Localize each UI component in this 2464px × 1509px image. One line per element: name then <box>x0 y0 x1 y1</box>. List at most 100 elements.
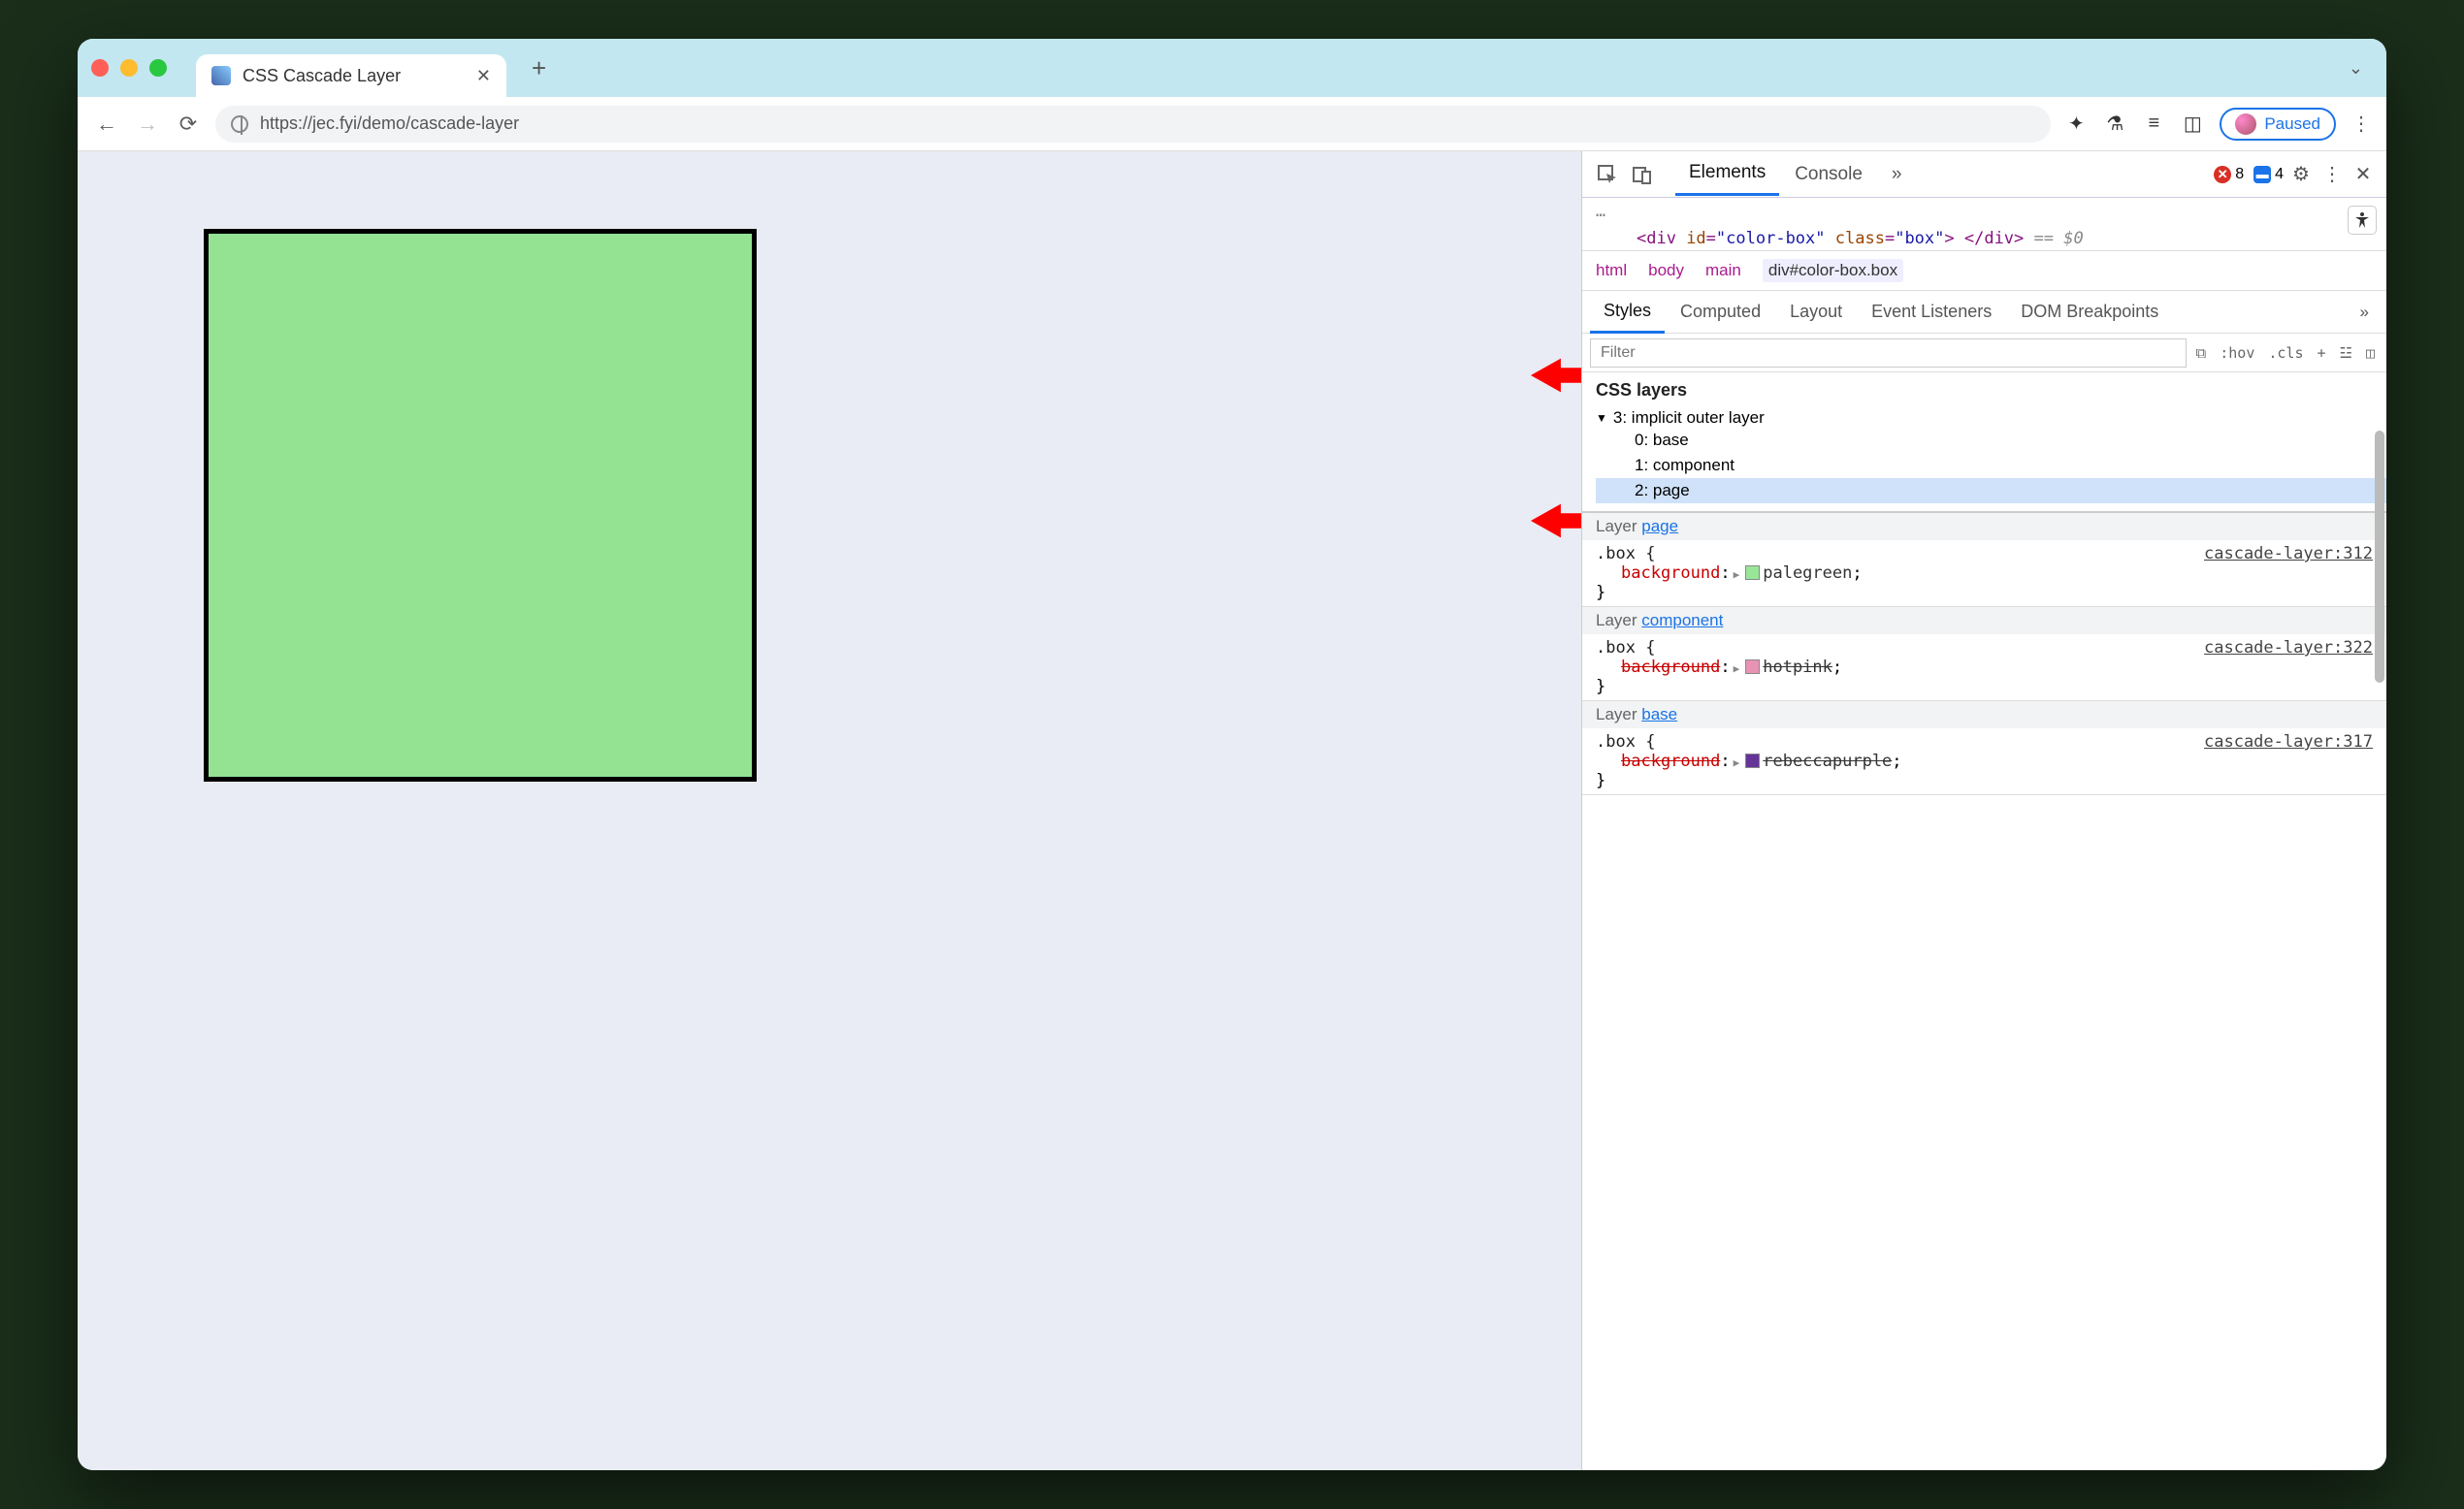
address-bar[interactable]: https://jec.fyi/demo/cascade-layer <box>215 106 2051 143</box>
layer-link[interactable]: component <box>1641 611 1723 629</box>
new-tab-button[interactable]: + <box>516 53 562 83</box>
layers-tree-root[interactable]: ▼ 3: implicit outer layer <box>1596 408 2373 428</box>
subtab-styles[interactable]: Styles <box>1590 291 1665 334</box>
subtab-layout[interactable]: Layout <box>1776 292 1856 332</box>
expand-icon[interactable]: ▶ <box>1731 756 1743 769</box>
titlebar: CSS Cascade Layer ✕ + ⌄ <box>78 39 2386 97</box>
disclosure-triangle-icon[interactable]: ▼ <box>1596 411 1607 425</box>
styles-filter-input[interactable] <box>1590 338 2187 368</box>
list-icon[interactable]: ≡ <box>2142 112 2165 136</box>
layer-link[interactable]: base <box>1641 705 1677 723</box>
rule-selector[interactable]: .box <box>1596 638 1636 658</box>
extension-icons: ✦ ⚗ ≡ ◫ Paused ⋮ <box>2064 108 2371 141</box>
color-swatch-icon[interactable] <box>1745 565 1760 580</box>
new-rule-button[interactable]: + <box>2313 344 2329 362</box>
cls-button[interactable]: .cls <box>2264 344 2307 362</box>
layer-link[interactable]: page <box>1641 517 1678 535</box>
accessibility-icon[interactable] <box>2348 206 2377 235</box>
css-property[interactable]: background:▶palegreen; <box>1596 563 2373 583</box>
page-viewport <box>78 151 1581 1470</box>
layer-item[interactable]: 0: base <box>1635 428 2373 453</box>
source-link[interactable]: cascade-layer:317 <box>2204 732 2373 752</box>
extensions-icon[interactable]: ✦ <box>2064 112 2088 136</box>
dom-breadcrumb: html body main div#color-box.box <box>1582 251 2386 291</box>
color-swatch-icon[interactable] <box>1745 659 1760 674</box>
rule-selector[interactable]: .box <box>1596 732 1636 752</box>
css-property[interactable]: background:▶hotpink; <box>1596 658 2373 677</box>
tab-console[interactable]: Console <box>1781 154 1876 195</box>
paused-label: Paused <box>2264 114 2320 134</box>
layers-toggle-icon[interactable]: ⧉ <box>2192 344 2211 362</box>
tab-overflow-button[interactable]: ⌄ <box>2349 58 2373 79</box>
subtab-computed[interactable]: Computed <box>1667 292 1774 332</box>
device-toggle-icon[interactable] <box>1627 159 1658 190</box>
devtools-close-button[interactable]: ✕ <box>2350 162 2377 186</box>
inspect-icon[interactable] <box>1592 159 1623 190</box>
error-icon: ✕ <box>2214 166 2231 183</box>
tab-title: CSS Cascade Layer <box>243 66 465 86</box>
source-link[interactable]: cascade-layer:322 <box>2204 638 2373 658</box>
tab-elements[interactable]: Elements <box>1675 152 1779 196</box>
browser-toolbar: ← → ⟳ https://jec.fyi/demo/cascade-layer… <box>78 97 2386 151</box>
expand-icon[interactable]: ▶ <box>1731 568 1743 581</box>
subtab-dom-breakpoints[interactable]: DOM Breakpoints <box>2007 292 2172 332</box>
rule-layer-header: Layer page <box>1582 513 2386 540</box>
property-name: background <box>1621 658 1720 677</box>
reload-button[interactable]: ⟳ <box>175 111 202 138</box>
css-property[interactable]: background:▶rebeccapurple; <box>1596 752 2373 771</box>
property-value: palegreen <box>1763 563 1852 583</box>
flask-icon[interactable]: ⚗ <box>2103 112 2126 136</box>
devtools-settings-button[interactable]: ⚙ <box>2287 162 2315 186</box>
style-rule: Layer base cascade-layer:317 .box { back… <box>1582 701 2386 795</box>
layer-item[interactable]: 1: component <box>1635 453 2373 478</box>
dom-attr-value: "box" <box>1895 229 1944 248</box>
favicon-icon <box>211 66 231 85</box>
profile-paused-pill[interactable]: Paused <box>2220 108 2336 141</box>
property-name: background <box>1621 563 1720 583</box>
dom-attr-name: id <box>1686 229 1705 248</box>
dom-eq0: == $0 <box>2034 229 2084 248</box>
subtab-more[interactable]: » <box>2351 303 2379 322</box>
errors-badge[interactable]: ✕ 8 <box>2214 166 2244 183</box>
browser-menu-button[interactable]: ⋮ <box>2351 112 2371 136</box>
dom-tree[interactable]: ⋯ <div id="color-box" class="box"> </div… <box>1582 198 2386 251</box>
devtools-menu-button[interactable]: ⋮ <box>2318 162 2346 186</box>
maximize-window-button[interactable] <box>149 59 167 77</box>
close-window-button[interactable] <box>91 59 109 77</box>
hov-button[interactable]: :hov <box>2216 344 2258 362</box>
devtools-topbar: Elements Console » ✕ 8 ▬ 4 ⚙ ⋮ <box>1582 151 2386 198</box>
annotation-arrow-icon <box>1531 500 1581 541</box>
rule-selector[interactable]: .box <box>1596 544 1636 563</box>
forward-button[interactable]: → <box>134 111 161 138</box>
sidebar-toggle-icon[interactable]: ◫ <box>2362 344 2379 362</box>
minimize-window-button[interactable] <box>120 59 138 77</box>
styles-subtabs: Styles Computed Layout Event Listeners D… <box>1582 291 2386 334</box>
rule-layer-header: Layer base <box>1582 701 2386 728</box>
tab-more[interactable]: » <box>1878 154 1916 195</box>
styles-pane[interactable]: CSS layers ▼ 3: implicit outer layer 0: … <box>1582 372 2386 1470</box>
computed-toggle-icon[interactable]: ☳ <box>2336 344 2356 362</box>
close-tab-button[interactable]: ✕ <box>476 66 491 86</box>
breadcrumb-item[interactable]: main <box>1705 261 1741 280</box>
subtab-event-listeners[interactable]: Event Listeners <box>1858 292 2005 332</box>
breadcrumb-item[interactable]: html <box>1596 261 1627 280</box>
layer-item-selected[interactable]: 2: page <box>1596 478 2386 503</box>
styles-filterbar: ⧉ :hov .cls + ☳ ◫ <box>1582 334 2386 372</box>
panel-icon[interactable]: ◫ <box>2181 112 2204 136</box>
breadcrumb-item[interactable]: body <box>1648 261 1684 280</box>
site-info-icon[interactable] <box>231 115 248 133</box>
dom-attr-value: "color-box" <box>1716 229 1826 248</box>
source-link[interactable]: cascade-layer:312 <box>2204 544 2373 563</box>
message-icon: ▬ <box>2253 166 2271 183</box>
color-box <box>204 229 757 782</box>
property-name: background <box>1621 752 1720 771</box>
color-swatch-icon[interactable] <box>1745 754 1760 768</box>
expand-icon[interactable]: ▶ <box>1731 662 1743 675</box>
back-button[interactable]: ← <box>93 111 120 138</box>
dom-selected-node[interactable]: <div id="color-box" class="box"> </div> … <box>1582 227 2386 250</box>
browser-tab[interactable]: CSS Cascade Layer ✕ <box>196 54 506 97</box>
messages-badge[interactable]: ▬ 4 <box>2253 166 2284 183</box>
property-value: hotpink <box>1763 658 1832 677</box>
dom-ellipsis[interactable]: ⋯ <box>1582 204 2386 227</box>
breadcrumb-item-selected[interactable]: div#color-box.box <box>1763 259 1903 282</box>
